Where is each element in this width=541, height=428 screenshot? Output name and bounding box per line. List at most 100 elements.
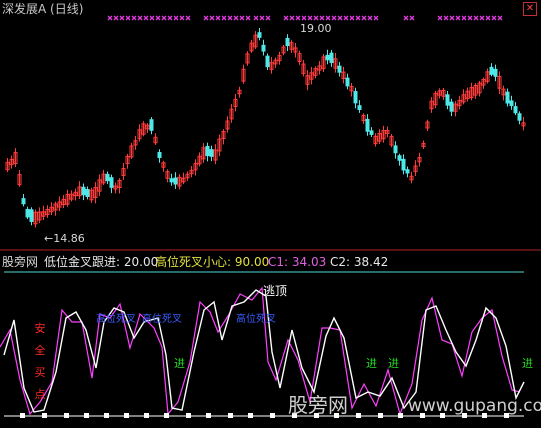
sell-marker [331, 15, 337, 21]
candle-body [353, 91, 358, 104]
candle-body [81, 186, 86, 196]
sell-marker [259, 15, 265, 21]
sell-marker [289, 15, 295, 21]
sell-marker [361, 15, 367, 21]
bottom-marker [42, 413, 47, 418]
sell-marker [319, 15, 325, 21]
sell-marker [119, 15, 125, 21]
bottom-marker [378, 413, 383, 418]
sell-marker [283, 15, 289, 21]
sell-marker [113, 15, 119, 21]
candle-body [285, 37, 290, 47]
sell-marker [485, 15, 491, 21]
candle-body [109, 177, 114, 188]
sell-marker [301, 15, 307, 21]
buy-point-char: 买 [34, 366, 46, 379]
bottom-marker [186, 413, 191, 418]
sell-marker [125, 15, 131, 21]
sell-marker [443, 15, 449, 21]
sell-marker [209, 15, 215, 21]
indicator-param-2: 高位死叉小心: 90.00 [155, 255, 270, 269]
sell-marker [179, 15, 185, 21]
death-cross-signal: 高位死叉 [96, 314, 136, 325]
candle-body [401, 158, 406, 171]
sell-marker [343, 15, 349, 21]
bottom-marker [104, 413, 109, 418]
bottom-marker [144, 413, 149, 418]
sell-markers [107, 15, 503, 21]
indicator-c1: C1: 34.03 [268, 255, 327, 269]
candle-body [509, 100, 514, 106]
candle-body [369, 130, 374, 135]
candle-body [397, 155, 402, 161]
sell-marker [367, 15, 373, 21]
sell-marker [155, 15, 161, 21]
candle-body [105, 173, 110, 182]
sell-marker [107, 15, 113, 21]
bottom-marker [20, 413, 25, 418]
bottom-marker [356, 413, 361, 418]
bottom-marker [206, 413, 211, 418]
sell-marker [449, 15, 455, 21]
candle-body [337, 65, 342, 73]
candle-body [85, 189, 90, 197]
candle-body [329, 52, 334, 64]
sell-marker [161, 15, 167, 21]
sell-marker [239, 15, 245, 21]
candle-body [25, 209, 30, 218]
bottom-marker [164, 413, 169, 418]
sell-marker [203, 15, 209, 21]
bottom-marker [64, 413, 69, 418]
candle-body [345, 77, 350, 87]
candle-body [173, 177, 178, 185]
entry-signal: 进 [522, 357, 533, 370]
sell-marker [137, 15, 143, 21]
buy-point-char: 全 [34, 344, 46, 357]
sell-marker [215, 15, 221, 21]
indicator-name: 股旁网 [2, 255, 39, 269]
candle-body [357, 105, 362, 110]
candle-body [21, 198, 26, 205]
sell-marker [325, 15, 331, 21]
price-high-label: 19.00 [300, 22, 332, 35]
sell-marker [245, 15, 251, 21]
candle-body [29, 209, 34, 222]
close-icon[interactable]: ✕ [523, 2, 537, 16]
candle-body [517, 113, 522, 121]
entry-signal: 进 [388, 357, 399, 370]
candle-body [489, 66, 494, 75]
entry-signal: 进 [366, 357, 377, 370]
candle-body [449, 101, 454, 112]
sell-marker [233, 15, 239, 21]
candle-body [393, 145, 398, 154]
escape-top-label: 逃顶 [263, 284, 288, 298]
sell-marker [473, 15, 479, 21]
candle-body [445, 94, 450, 106]
sell-marker [491, 15, 497, 21]
indicator-param-1: 低位金叉跟进: 20.00 [44, 255, 159, 269]
candle-body [493, 68, 498, 77]
candle-body [505, 91, 510, 104]
sell-marker [409, 15, 415, 21]
sell-marker [467, 15, 473, 21]
candle-body [257, 32, 262, 38]
bottom-marker [398, 413, 403, 418]
bottom-marker [248, 413, 253, 418]
sell-marker [227, 15, 233, 21]
buy-point-char: 点 [34, 388, 46, 401]
sell-marker [313, 15, 319, 21]
chart-canvas [0, 15, 541, 418]
sell-marker [307, 15, 313, 21]
sell-marker [337, 15, 343, 21]
candle-body [325, 54, 330, 61]
buy-point-char: 安 [34, 322, 46, 335]
sell-marker [185, 15, 191, 21]
sell-marker [349, 15, 355, 21]
sell-marker [295, 15, 301, 21]
sell-marker [403, 15, 409, 21]
sell-marker [373, 15, 379, 21]
sell-marker [149, 15, 155, 21]
bottom-marker [228, 413, 233, 418]
price-low-label: ←14.86 [44, 232, 85, 245]
candle-body [169, 178, 174, 183]
